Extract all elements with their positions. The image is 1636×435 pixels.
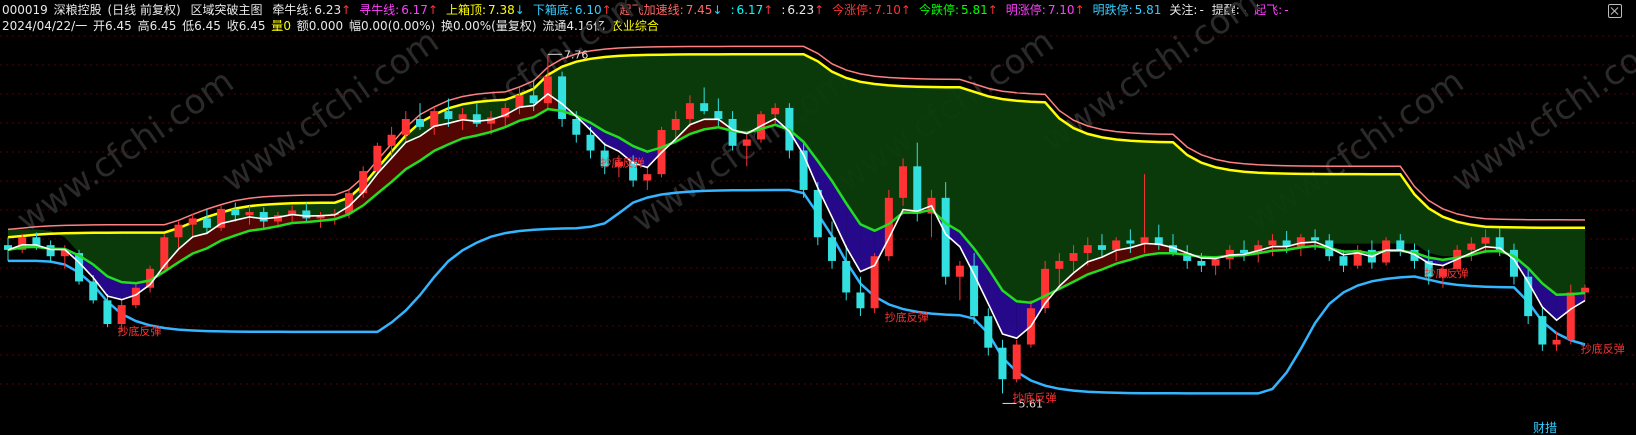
candle-body	[714, 111, 723, 119]
candle-body	[202, 218, 211, 228]
watermark-text: www.cfchi.com	[214, 21, 446, 200]
candle-body	[1396, 240, 1405, 250]
candle-body	[955, 265, 964, 277]
candle-body	[1552, 339, 1561, 345]
candle-body	[984, 316, 993, 348]
candle-body	[1240, 249, 1249, 254]
candle-body	[543, 76, 552, 104]
candle-body	[387, 134, 396, 146]
candle-body	[1311, 237, 1320, 241]
candle-body	[89, 281, 98, 301]
bottom-label: 财措	[1533, 421, 1557, 435]
candle-body	[160, 237, 169, 269]
candle-body	[1467, 243, 1476, 250]
candle-body	[913, 166, 922, 214]
candle-body	[899, 166, 908, 198]
candle-body	[1055, 260, 1064, 269]
candle-body	[444, 111, 453, 119]
candle-body	[998, 347, 1007, 380]
candle-body	[700, 103, 709, 112]
candle-body	[1083, 245, 1092, 254]
candle-body	[359, 171, 368, 194]
candle-body	[1112, 240, 1121, 250]
candle-body	[1268, 240, 1277, 246]
candle-body	[472, 114, 481, 124]
candle-body	[771, 107, 780, 115]
rebound-annotation: 抄底反弹	[117, 324, 161, 338]
candle-body	[643, 174, 652, 181]
candle-body	[671, 118, 680, 131]
candle-body	[430, 111, 439, 127]
candle-body	[1481, 237, 1490, 244]
candle-body	[401, 118, 410, 135]
candle-body	[32, 237, 41, 246]
candle-body	[1538, 316, 1547, 345]
watermark-text: www.cfchi.com	[1444, 21, 1636, 200]
candle-body	[302, 210, 311, 219]
candle-body	[46, 245, 55, 257]
candle-body	[529, 95, 538, 104]
candle-body	[884, 197, 893, 257]
rebound-annotation: 抄底反弹	[1581, 342, 1625, 356]
candle-body	[1197, 260, 1206, 266]
candle-body	[1581, 287, 1589, 293]
candle-body	[1140, 237, 1149, 244]
candle-body	[174, 224, 183, 238]
candle-body	[117, 305, 126, 325]
high-price-label: 7.76	[564, 48, 589, 61]
candle-body	[1566, 292, 1575, 340]
candle-body	[1126, 240, 1135, 244]
candle-body	[572, 118, 581, 135]
candle-body	[1069, 253, 1078, 261]
candle-body	[586, 134, 595, 151]
candle-body	[103, 300, 112, 325]
candle-body	[842, 260, 851, 293]
candle-body	[1097, 245, 1106, 250]
candle-body	[416, 118, 425, 127]
candle-body	[856, 292, 865, 309]
candle-body	[813, 189, 822, 238]
candle-body	[742, 139, 751, 146]
candle-body	[685, 103, 694, 119]
candle-body	[259, 212, 268, 222]
rebound-annotation: 抄底反弹	[885, 310, 929, 324]
candle-body	[373, 145, 382, 172]
candle-body	[1339, 256, 1348, 266]
candle-body	[231, 208, 240, 216]
candle-body	[1211, 259, 1220, 266]
rebound-annotation: 抄底反弹	[1013, 390, 1057, 404]
candle-body	[1012, 344, 1021, 380]
kline-chart[interactable]: www.cfchi.comwww.cfchi.comwww.cfchi.comw…	[0, 0, 1636, 435]
candle-body	[828, 237, 837, 261]
rebound-annotation: 抄底反弹	[600, 155, 644, 169]
candle-body	[458, 114, 467, 119]
candle-body	[245, 212, 254, 216]
candle-body	[188, 218, 197, 225]
rebound-annotation: 抄底反弹	[1425, 266, 1469, 280]
